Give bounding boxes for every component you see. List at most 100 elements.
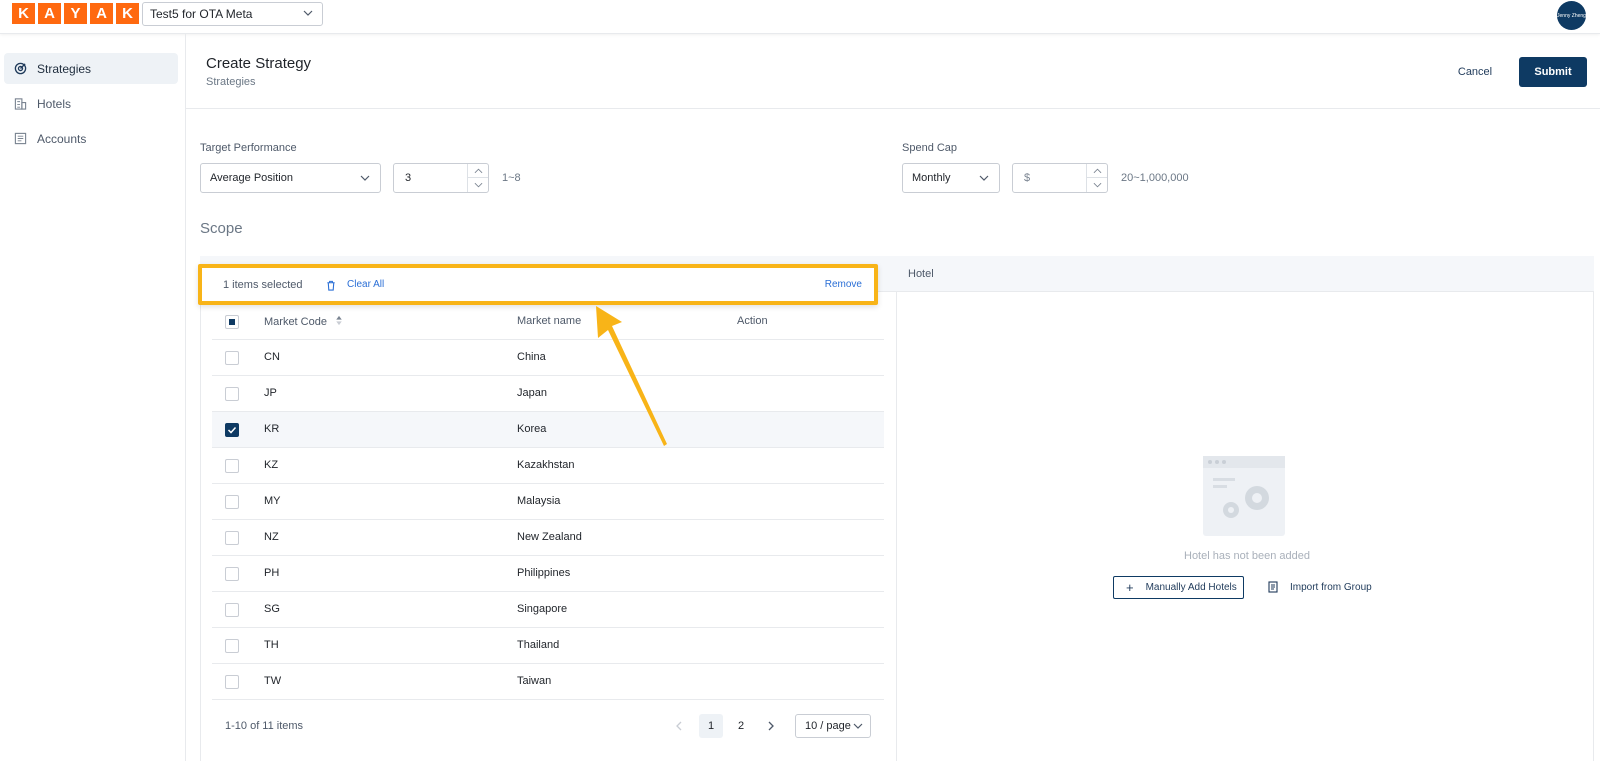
account-select[interactable]: Test5 for OTA Meta: [142, 2, 323, 26]
check-icon: [227, 426, 237, 434]
market-name: Singapore: [517, 603, 568, 615]
market-code: CN: [264, 351, 280, 363]
row-checkbox[interactable]: [225, 387, 239, 401]
sidebar-item-label: Strategies: [37, 61, 92, 76]
submit-button[interactable]: Submit: [1519, 57, 1587, 87]
next-page-button[interactable]: [759, 714, 783, 738]
market-code: JP: [264, 387, 277, 399]
column-label: Market Code: [264, 316, 327, 328]
column-market-name: Market name: [517, 315, 582, 327]
logo-letter: K: [12, 3, 35, 24]
table-row[interactable]: MY Malaysia: [212, 484, 884, 520]
chevron-up-icon[interactable]: [1087, 164, 1107, 178]
clear-all-link[interactable]: Clear All: [347, 279, 384, 290]
sidebar-item-accounts[interactable]: Accounts: [4, 123, 178, 154]
pagination-total: 1-10 of 11 items: [225, 720, 304, 732]
scope-title: Scope: [200, 220, 243, 237]
sidebar-item-label: Hotels: [37, 96, 72, 111]
spend-range-hint: 20~1,000,000: [1121, 172, 1189, 184]
table-row[interactable]: SG Singapore: [212, 592, 884, 628]
table-row[interactable]: NZ New Zealand: [212, 520, 884, 556]
ledger-icon: [13, 132, 27, 146]
page-size-value: 10 / page: [805, 720, 851, 732]
selection-bar: 1 items selected Clear All Remove: [198, 264, 878, 305]
row-checkbox[interactable]: [225, 459, 239, 473]
sidebar-item-strategies[interactable]: Strategies: [4, 53, 178, 84]
document-icon: [1268, 581, 1278, 593]
breadcrumb[interactable]: Strategies: [206, 76, 256, 88]
page-title: Create Strategy: [206, 55, 312, 72]
target-metric-select[interactable]: Average Position: [200, 163, 381, 193]
cancel-button[interactable]: Cancel: [1450, 62, 1500, 82]
empty-state-text: Hotel has not been added: [1184, 550, 1310, 562]
sort-icon[interactable]: [335, 315, 343, 326]
stepper-controls[interactable]: [467, 164, 488, 192]
market-code: NZ: [264, 531, 279, 543]
table-row[interactable]: TH Thailand: [212, 628, 884, 664]
market-code: TH: [264, 639, 279, 651]
logo-letter: K: [116, 3, 139, 24]
spend-period-select[interactable]: Monthly: [902, 163, 1000, 193]
column-market-code[interactable]: Market Code: [264, 315, 343, 328]
logo-letter: Y: [64, 3, 87, 24]
spend-cap-label: Spend Cap: [902, 142, 958, 154]
market-name: Malaysia: [517, 495, 561, 507]
spend-amount-stepper[interactable]: $: [1012, 163, 1108, 193]
row-checkbox[interactable]: [225, 675, 239, 689]
sidebar-item-hotels[interactable]: Hotels: [4, 88, 178, 119]
empty-state-illustration: [1203, 456, 1285, 536]
target-metric-value: Average Position: [210, 172, 293, 184]
table-row[interactable]: PH Philippines: [212, 556, 884, 592]
market-name: Philippines: [517, 567, 571, 579]
target-value-stepper[interactable]: 3: [393, 163, 489, 193]
market-name: China: [517, 351, 546, 363]
table-row[interactable]: KZ Kazakhstan: [212, 448, 884, 484]
page-size-select[interactable]: 10 / page: [795, 714, 871, 738]
avatar[interactable]: Jenny Zheng: [1557, 1, 1586, 30]
stepper-controls[interactable]: [1086, 164, 1107, 192]
market-code: SG: [264, 603, 280, 615]
page-button-1[interactable]: 1: [699, 714, 723, 738]
import-from-group-link[interactable]: Import from Group: [1268, 581, 1372, 593]
row-checkbox[interactable]: [225, 495, 239, 509]
sidebar: Strategies Hotels Accounts: [0, 34, 186, 761]
remove-link[interactable]: Remove: [825, 279, 862, 290]
target-value: 3: [405, 172, 412, 184]
market-name: Japan: [517, 387, 547, 399]
manual-add-label: Manually Add Hotels: [1145, 582, 1237, 593]
logo-letter: A: [90, 3, 113, 24]
logo-letter: A: [38, 3, 61, 24]
table-row[interactable]: JP Japan: [212, 376, 884, 412]
market-code: PH: [264, 567, 280, 579]
chevron-down-icon[interactable]: [1087, 178, 1107, 192]
row-checkbox[interactable]: [225, 351, 239, 365]
trash-icon[interactable]: [326, 280, 336, 291]
chevron-down-icon[interactable]: [468, 178, 488, 192]
row-checkbox[interactable]: [225, 639, 239, 653]
column-action: Action: [737, 315, 768, 327]
target-performance-label: Target Performance: [200, 142, 297, 154]
market-code: MY: [264, 495, 281, 507]
chevron-up-icon[interactable]: [468, 164, 488, 178]
header-divider: [186, 108, 1600, 109]
page-button-2[interactable]: 2: [729, 714, 753, 738]
target-icon: [13, 62, 27, 76]
kayak-logo[interactable]: K A Y A K: [12, 3, 139, 24]
row-checkbox[interactable]: [225, 423, 239, 437]
select-all-checkbox[interactable]: [225, 315, 239, 329]
market-code: KZ: [264, 459, 279, 471]
market-name: New Zealand: [517, 531, 582, 543]
table-row[interactable]: CN China: [212, 340, 884, 376]
table-row[interactable]: TW Taiwan: [212, 664, 884, 700]
import-label: Import from Group: [1290, 581, 1372, 593]
chevron-down-icon: [303, 10, 313, 16]
prev-page-button[interactable]: [667, 714, 691, 738]
table-row[interactable]: KR Korea: [212, 412, 884, 448]
manually-add-hotels-button[interactable]: + Manually Add Hotels: [1113, 576, 1244, 599]
row-checkbox[interactable]: [225, 531, 239, 545]
plus-icon: +: [1126, 580, 1134, 595]
chevron-down-icon: [979, 175, 989, 181]
row-checkbox[interactable]: [225, 567, 239, 581]
hotel-header-label: Hotel: [908, 268, 934, 280]
row-checkbox[interactable]: [225, 603, 239, 617]
